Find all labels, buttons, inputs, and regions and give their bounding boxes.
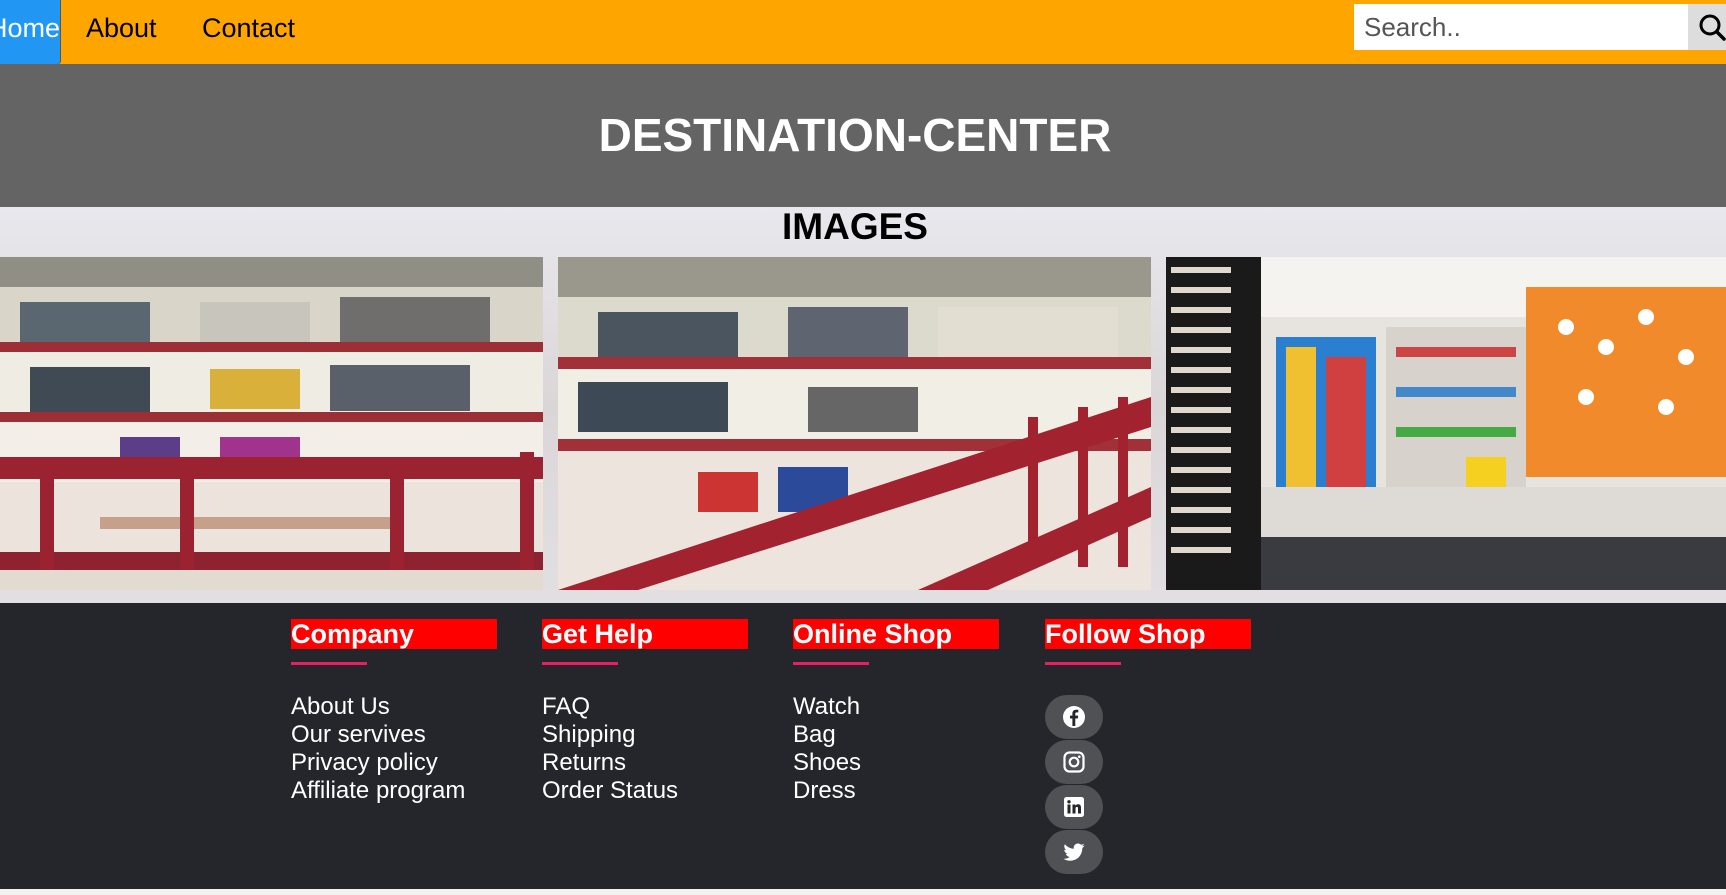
site-title: DESTINATION-CENTER — [598, 109, 1112, 161]
footer-column-follow-shop: Follow Shop — [1045, 619, 1251, 665]
footer-link-privacy-policy[interactable]: Privacy policy — [291, 749, 497, 777]
footer-heading-company: Company — [291, 619, 497, 649]
footer-heading-get-help: Get Help — [542, 619, 748, 649]
facebook-icon — [1063, 706, 1085, 728]
linkedin-link[interactable] — [1045, 785, 1103, 829]
facebook-link[interactable] — [1045, 695, 1103, 739]
footer-link-shoes[interactable]: Shoes — [793, 749, 999, 777]
footer-link-returns[interactable]: Returns — [542, 749, 748, 777]
footer-link-about-us[interactable]: About Us — [291, 693, 497, 721]
footer-column-get-help: Get Help FAQ Shipping Returns Order Stat… — [542, 619, 748, 805]
nav-contact-link[interactable]: Contact — [180, 0, 317, 64]
footer-link-shipping[interactable]: Shipping — [542, 721, 748, 749]
gallery-photo-2[interactable] — [558, 257, 1151, 590]
heading-underline — [793, 662, 869, 665]
search-input[interactable] — [1354, 4, 1688, 50]
footer-column-online-shop: Online Shop Watch Bag Shoes Dress — [793, 619, 999, 805]
footer-link-dress[interactable]: Dress — [793, 777, 999, 805]
heading-underline — [1045, 662, 1121, 665]
heading-underline — [291, 662, 367, 665]
search-icon — [1699, 14, 1726, 41]
instagram-icon — [1063, 751, 1085, 773]
heading-underline — [542, 662, 618, 665]
footer-link-order-status[interactable]: Order Status — [542, 777, 748, 805]
page-bottom-strip — [0, 889, 1726, 895]
footer-link-watch[interactable]: Watch — [793, 693, 999, 721]
footer-heading-online-shop: Online Shop — [793, 619, 999, 649]
nav-about-link[interactable]: About — [64, 0, 179, 64]
footer-column-company: Company About Us Our servives Privacy po… — [291, 619, 497, 805]
search-button[interactable] — [1688, 4, 1726, 50]
footer-link-affiliate-program[interactable]: Affiliate program — [291, 777, 497, 805]
footer-link-our-services[interactable]: Our servives — [291, 721, 497, 749]
linkedin-icon — [1064, 797, 1084, 817]
footer-link-bag[interactable]: Bag — [793, 721, 999, 749]
images-title: IMAGES — [782, 206, 928, 247]
footer-link-faq[interactable]: FAQ — [542, 693, 748, 721]
footer-heading-follow-shop: Follow Shop — [1045, 619, 1251, 649]
gallery-photo-3[interactable] — [1166, 257, 1726, 590]
gallery-photo-1[interactable] — [0, 257, 543, 590]
instagram-link[interactable] — [1045, 740, 1103, 784]
twitter-icon — [1063, 843, 1085, 861]
twitter-link[interactable] — [1045, 830, 1103, 874]
nav-home-link[interactable]: Home — [0, 0, 60, 64]
